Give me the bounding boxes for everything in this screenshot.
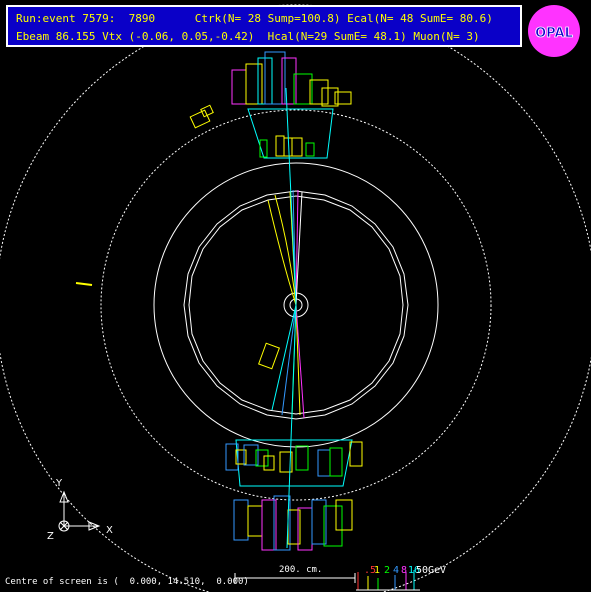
legend-item: 8 bbox=[401, 565, 408, 576]
screen-centre-readout: Centre of screen is ( 0.000, 14.510, 0.0… bbox=[5, 577, 249, 587]
event-display[interactable] bbox=[0, 0, 591, 592]
legend-item: 1 bbox=[374, 565, 381, 576]
lower-hcal-towers bbox=[225, 441, 363, 551]
tracks bbox=[267, 87, 305, 549]
x-axis-label: X bbox=[106, 525, 113, 536]
ecal-upper-block bbox=[247, 108, 334, 159]
opal-logo: OPAL bbox=[527, 4, 581, 58]
upper-hcal-towers bbox=[231, 51, 352, 158]
legend-item: 4 bbox=[393, 565, 400, 576]
scale-label: 200. cm. bbox=[279, 565, 323, 575]
legend-item: 2 bbox=[384, 565, 391, 576]
isolated-clusters bbox=[75, 104, 280, 370]
event-info-line-2: Ebeam 86.155 Vtx (-0.06, 0.05,-0.42) Hca… bbox=[16, 30, 480, 43]
event-info-panel: Run:event 7579: 7890 Ctrk(N= 28 Sump=100… bbox=[6, 5, 522, 47]
event-info-line-1: Run:event 7579: 7890 Ctrk(N= 28 Sump=100… bbox=[16, 12, 493, 25]
legend-unit: GeV bbox=[428, 565, 447, 576]
y-axis-label: Y bbox=[56, 478, 63, 489]
legend-item: 50 bbox=[416, 565, 429, 576]
opal-logo-text: OPAL bbox=[535, 26, 573, 41]
z-axis-label: Z bbox=[47, 531, 54, 542]
